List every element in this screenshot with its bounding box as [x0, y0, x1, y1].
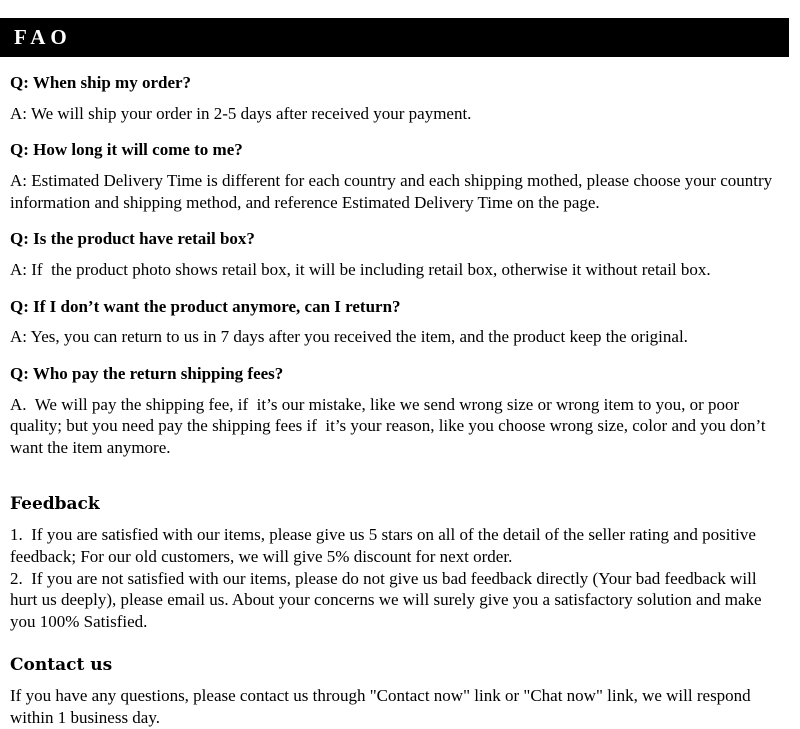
- faq-question: Q: Who pay the return shipping fees?: [10, 363, 284, 383]
- contact-body: If you have any questions, please contac…: [10, 685, 755, 727]
- contact-heading: Contact us: [10, 655, 113, 676]
- feedback-heading: Feedback: [10, 494, 100, 515]
- contact-section: Contact us If you have any questions, pl…: [10, 655, 788, 728]
- page-header-banner: FAO: [0, 18, 789, 57]
- faq-answer: A: Yes, you can return to us in 7 days a…: [10, 327, 688, 347]
- faq-answer: A: Estimated Delivery Time is different …: [10, 171, 777, 212]
- faq-answer: A: If the product photo shows retail box…: [10, 259, 711, 279]
- faq-question: Q: How long it will come to me?: [10, 140, 243, 160]
- faq-item: Q: Is the product have retail box? A: If…: [10, 229, 788, 280]
- faq-content: Q: When ship my order? A: We will ship y…: [0, 73, 800, 729]
- feedback-item-2: 2. If you are not satisfied with our ite…: [10, 568, 766, 632]
- faq-question: Q: When ship my order?: [10, 73, 192, 92]
- feedback-item-1: 1. If you are satisfied with our items, …: [10, 524, 761, 566]
- faq-question: Q: If I don’t want the product anymore, …: [10, 296, 401, 316]
- faq-item: Q: When ship my order? A: We will ship y…: [10, 73, 788, 124]
- faq-answer: A: We will ship your order in 2-5 days a…: [10, 103, 472, 123]
- faq-page: FAO Q: When ship my order? A: We will sh…: [0, 18, 800, 729]
- faq-answer: A. We will pay the shipping fee, if it’s…: [10, 394, 770, 457]
- feedback-section: Feedback 1. If you are satisfied with ou…: [10, 494, 788, 633]
- faq-item: Q: How long it will come to me? A: Estim…: [10, 140, 788, 213]
- page-title: FAO: [14, 25, 72, 49]
- faq-item: Q: If I don’t want the product anymore, …: [10, 297, 788, 348]
- faq-question: Q: Is the product have retail box?: [10, 229, 255, 249]
- faq-item: Q: Who pay the return shipping fees? A. …: [10, 364, 788, 458]
